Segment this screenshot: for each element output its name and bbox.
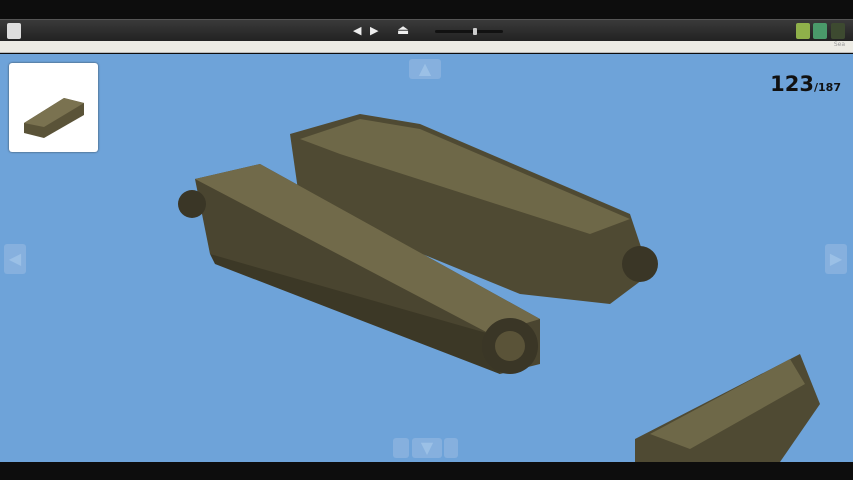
export-button[interactable]: ⏏ [397,20,409,42]
tank-model [178,114,820,462]
minifig-icon-3[interactable] [831,23,845,39]
prev-step-button[interactable]: ◀ [353,20,361,42]
toolbar: ◀ ▶ ⏏ [0,19,853,41]
info-strip: Sea [0,41,853,53]
page-icon[interactable] [7,23,21,39]
slider-knob[interactable] [473,28,478,35]
strip-text: Sea [833,41,845,48]
minifig-icon-2[interactable] [813,23,827,39]
next-step-button[interactable]: ▶ [370,20,378,42]
step-slider[interactable] [435,28,503,35]
minifig-icon[interactable] [796,23,810,39]
model-stage[interactable]: ▲ ◀ ▶ ▼ 123/187 [0,54,853,462]
